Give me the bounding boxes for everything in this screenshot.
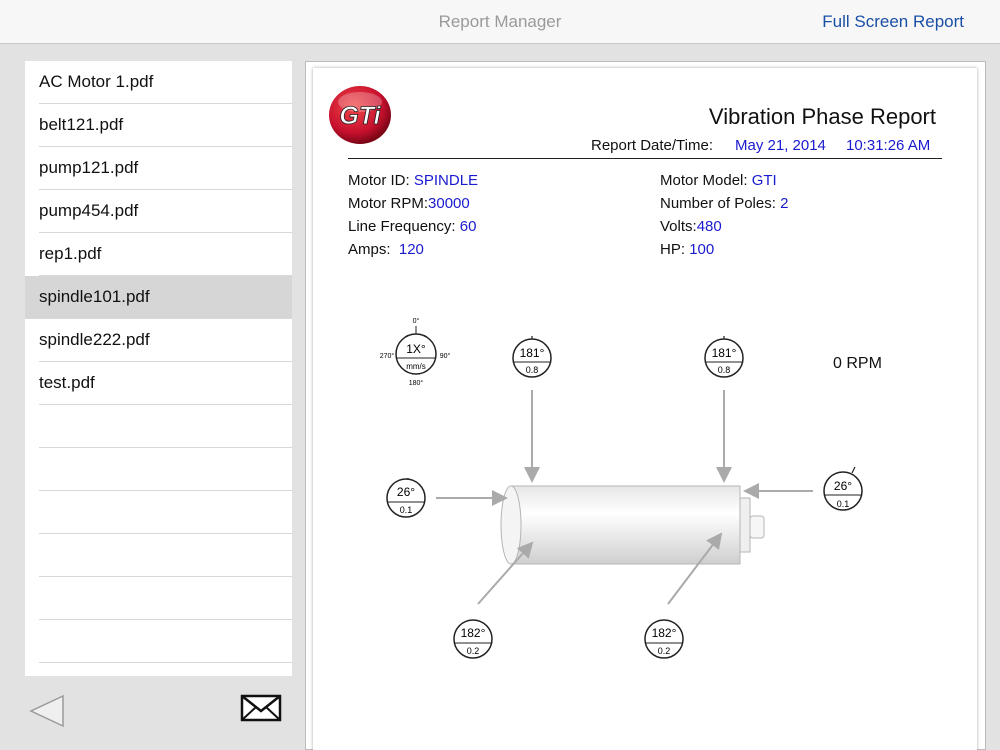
file-item-label: spindle222.pdf bbox=[39, 330, 150, 349]
svg-text:182°: 182° bbox=[652, 626, 677, 640]
file-item-spindle101[interactable]: spindle101.pdf bbox=[25, 276, 292, 319]
file-item-label: spindle101.pdf bbox=[39, 287, 150, 306]
empty-row bbox=[25, 491, 292, 534]
phase-diagram: 1X° mm/s 0° 90° 180° 270° 181° 0.8 181° … bbox=[380, 317, 882, 659]
svg-text:0.1: 0.1 bbox=[400, 505, 413, 515]
legend-bottom-label: 180° bbox=[409, 379, 424, 387]
file-item-spindle222[interactable]: spindle222.pdf bbox=[25, 319, 292, 362]
file-item-belt121[interactable]: belt121.pdf bbox=[25, 104, 292, 147]
full-screen-report-button[interactable]: Full Screen Report bbox=[822, 12, 964, 32]
legend-right-label: 90° bbox=[440, 352, 451, 360]
file-item-label: AC Motor 1.pdf bbox=[39, 72, 154, 91]
file-item-label: test.pdf bbox=[39, 373, 95, 392]
file-item-label: pump121.pdf bbox=[39, 158, 139, 177]
phase-legend-gauge: 1X° mm/s 0° 90° 180° 270° bbox=[380, 317, 451, 387]
empty-row bbox=[25, 620, 292, 663]
svg-text:0.1: 0.1 bbox=[837, 499, 850, 509]
gauge-bottom-left: 182° 0.2 bbox=[453, 619, 493, 659]
svg-text:182°: 182° bbox=[461, 626, 486, 640]
svg-text:181°: 181° bbox=[520, 346, 545, 360]
rpm-readout: 0 RPM bbox=[833, 355, 882, 372]
svg-text:181°: 181° bbox=[712, 346, 737, 360]
empty-row bbox=[25, 577, 292, 620]
motor-drawing bbox=[500, 485, 765, 565]
empty-row bbox=[25, 405, 292, 448]
file-item-label: belt121.pdf bbox=[39, 115, 124, 134]
legend-center-label: 1X° bbox=[406, 342, 426, 356]
svg-text:26°: 26° bbox=[834, 479, 852, 493]
svg-text:0.8: 0.8 bbox=[526, 365, 539, 375]
report-page: GTi Vibration Phase Report Report Date/T… bbox=[313, 68, 977, 750]
file-item-ac-motor-1[interactable]: AC Motor 1.pdf bbox=[25, 61, 292, 104]
file-item-label: rep1.pdf bbox=[39, 244, 102, 263]
file-item-test[interactable]: test.pdf bbox=[25, 362, 292, 405]
envelope-icon[interactable] bbox=[240, 694, 282, 722]
file-item-pump454[interactable]: pump454.pdf bbox=[25, 190, 292, 233]
file-item-pump121[interactable]: pump121.pdf bbox=[25, 147, 292, 190]
legend-unit-label: mm/s bbox=[406, 362, 426, 371]
svg-text:0.2: 0.2 bbox=[467, 646, 480, 656]
empty-row bbox=[25, 534, 292, 577]
gauge-left: 26° 0.1 bbox=[386, 477, 426, 518]
top-bar: Report Manager Full Screen Report bbox=[0, 0, 1000, 44]
empty-row bbox=[25, 448, 292, 491]
gauge-right: 26° 0.1 bbox=[823, 466, 863, 511]
file-list: AC Motor 1.pdf belt121.pdf pump121.pdf p… bbox=[25, 61, 292, 676]
svg-text:0.2: 0.2 bbox=[658, 646, 671, 656]
svg-text:26°: 26° bbox=[397, 485, 415, 499]
back-arrow-icon[interactable] bbox=[28, 694, 66, 728]
empty-row bbox=[25, 663, 292, 676]
gauge-top-left: 181° 0.8 bbox=[512, 336, 552, 378]
file-item-label: pump454.pdf bbox=[39, 201, 139, 220]
svg-text:0.8: 0.8 bbox=[718, 365, 731, 375]
gauge-bottom-right: 182° 0.2 bbox=[644, 619, 684, 659]
gauge-top-right: 181° 0.8 bbox=[704, 336, 744, 378]
legend-left-label: 270° bbox=[380, 352, 395, 360]
legend-top-label: 0° bbox=[413, 317, 420, 325]
file-item-rep1[interactable]: rep1.pdf bbox=[25, 233, 292, 276]
